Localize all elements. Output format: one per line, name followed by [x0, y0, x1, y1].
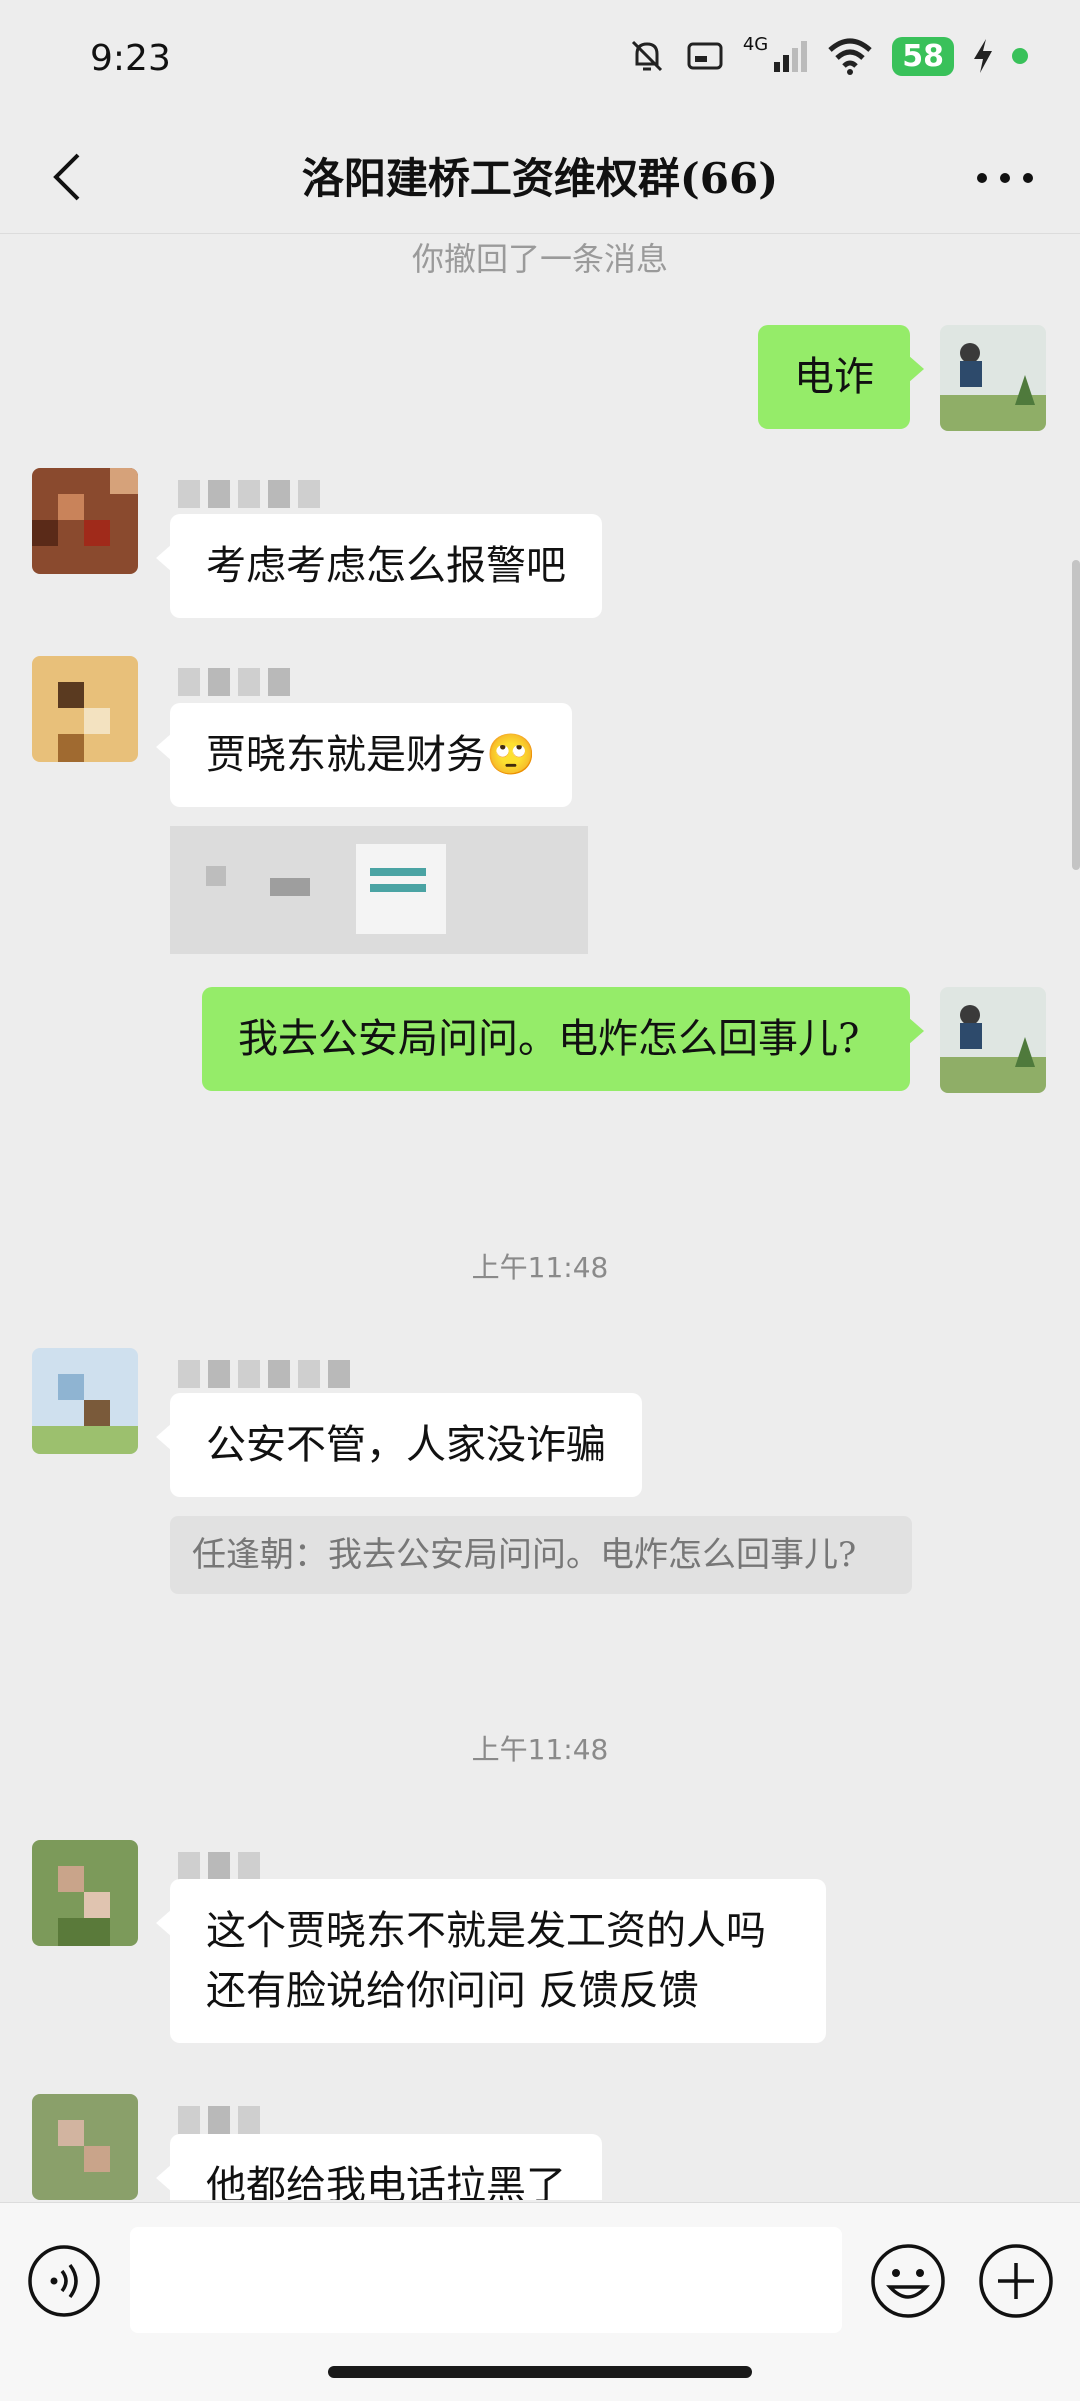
message-bubble-outgoing[interactable]: 电诈	[758, 325, 924, 429]
home-indicator[interactable]	[328, 2366, 752, 2378]
avatar-image	[32, 468, 138, 574]
sender-name-blurred	[178, 1360, 350, 1388]
voice-icon[interactable]	[26, 2243, 102, 2319]
chat-header: 洛阳建桥工资维权群(66)	[0, 125, 1080, 234]
message-bubble-incoming[interactable]: 考虑考虑怎么报警吧	[156, 514, 602, 618]
mute-bell-icon	[631, 40, 662, 72]
sender-name-blurred	[178, 1852, 260, 1880]
avatar[interactable]	[32, 656, 138, 762]
scrollbar[interactable]	[1072, 560, 1080, 870]
wifi-icon	[828, 38, 872, 75]
quoted-message[interactable]: 任逢朝：我去公安局问问。电炸怎么回事儿?	[170, 1516, 912, 1594]
avatar-image	[32, 2094, 138, 2200]
quoted-image-thumbnail	[170, 826, 588, 954]
avatar-image	[32, 1348, 138, 1454]
more-dots-icon[interactable]	[970, 153, 1040, 203]
message-bubble-incoming[interactable]: 这个贾晓东不就是发工资的人吗还有脸说给你问问 反馈反馈	[156, 1879, 826, 2043]
avatar-image	[32, 656, 138, 762]
network-type: 4G	[742, 33, 769, 55]
message-bubble-incoming[interactable]: 贾晓东就是财务🙄	[156, 703, 572, 807]
message-bubble-incoming[interactable]: 他都给我电话拉黑了	[156, 2134, 602, 2200]
avatar[interactable]	[32, 468, 138, 574]
message-bubble-outgoing[interactable]: 我去公安局问问。电炸怎么回事儿?	[202, 987, 924, 1091]
status-icons: 4G 58	[627, 33, 1028, 76]
plus-icon[interactable]	[976, 2241, 1056, 2321]
signal-icon	[774, 41, 808, 72]
battery-icon: 58	[892, 36, 954, 76]
avatar-image	[32, 1840, 138, 1946]
avatar-image	[940, 325, 1046, 431]
chat-messages[interactable]: 你撤回了一条消息 电诈 考虑考虑怎么报警吧 贾晓东就是财务�	[0, 234, 1080, 2200]
my-avatar[interactable]	[940, 325, 1046, 431]
quoted-image-preview[interactable]	[170, 826, 588, 954]
charging-dot	[1012, 48, 1028, 64]
my-avatar[interactable]	[940, 987, 1046, 1093]
sender-name-blurred	[178, 480, 320, 508]
avatar[interactable]	[32, 1840, 138, 1946]
timestamp: 上午11:48	[471, 1733, 609, 1766]
message-bubble-incoming[interactable]: 公安不管，人家没诈骗	[156, 1393, 642, 1497]
timestamp: 上午11:48	[471, 1251, 609, 1284]
sender-name-blurred	[178, 668, 290, 696]
emoji-icon[interactable]	[868, 2241, 948, 2321]
status-time: 9:23	[90, 38, 171, 79]
recalled-notice: 你撤回了一条消息	[411, 240, 668, 278]
message-input[interactable]	[130, 2227, 842, 2333]
sender-name-blurred	[178, 2106, 260, 2134]
avatar[interactable]	[32, 1348, 138, 1454]
avatar[interactable]	[32, 2094, 138, 2200]
screen-icon	[687, 42, 723, 70]
avatar-image	[940, 987, 1046, 1093]
chat-title: 洛阳建桥工资维权群(66)	[301, 154, 779, 203]
status-bar: 9:23 4G 58	[0, 0, 1080, 125]
charging-icon	[974, 39, 992, 73]
